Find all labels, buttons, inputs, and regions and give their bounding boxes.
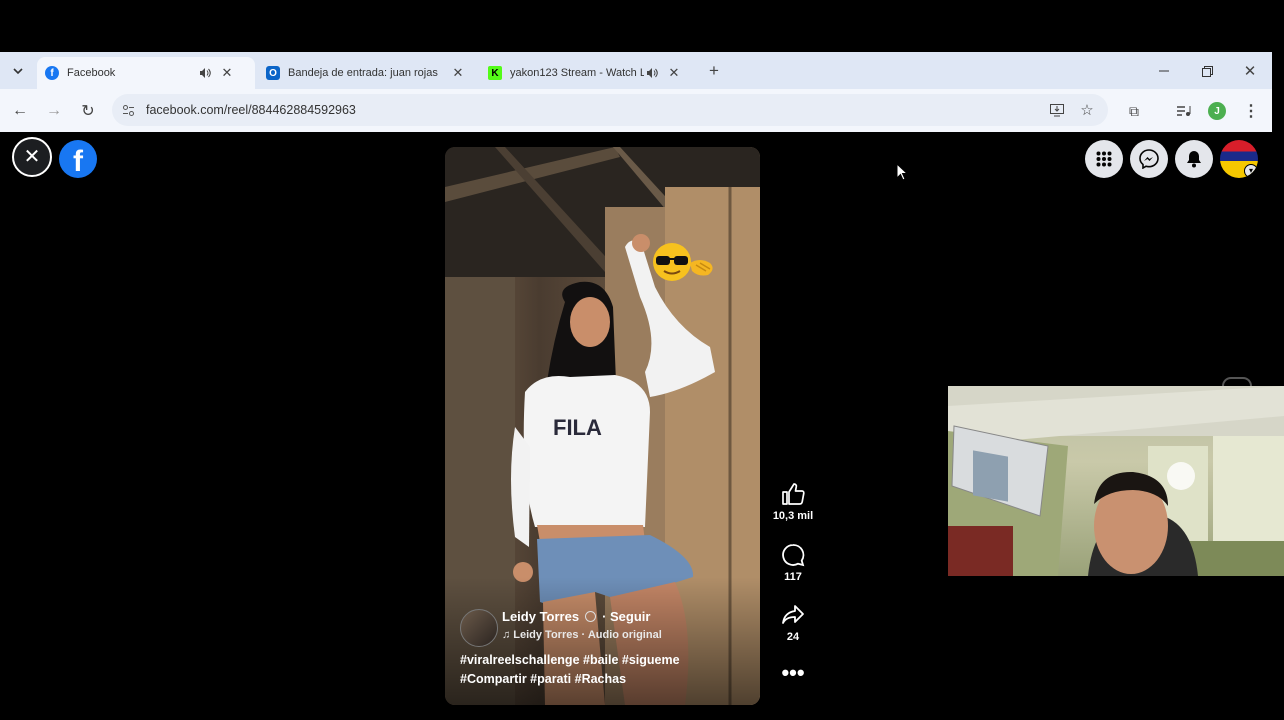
author-name[interactable]: Leidy Torres	[502, 609, 579, 624]
caption-line-2[interactable]: #Compartir #parati #Rachas	[460, 672, 626, 686]
back-icon[interactable]: ←	[10, 101, 30, 121]
speaker-icon[interactable]	[644, 67, 660, 79]
address-bar[interactable]: facebook.com/reel/884462884592963 ☆	[112, 94, 1108, 126]
bookmark-star-icon[interactable]: ☆	[1078, 101, 1096, 119]
share-button[interactable]: 24	[770, 603, 816, 643]
close-tab-icon[interactable]: ✕	[666, 65, 682, 81]
sunglasses-emoji-sticker	[648, 241, 718, 283]
tab-search-icon[interactable]	[9, 63, 27, 79]
like-count: 10,3 mil	[772, 510, 814, 522]
share-count: 24	[786, 631, 800, 643]
comment-count: 117	[784, 571, 802, 583]
url-text: facebook.com/reel/884462884592963	[146, 103, 356, 117]
grid-icon	[1096, 151, 1112, 167]
globe-icon	[585, 611, 597, 622]
facebook-favicon-icon: f	[45, 66, 59, 80]
browser-toolbar: ← → ↻ facebook.com/reel/884462884592963 …	[0, 89, 1272, 132]
facebook-f-icon: f	[73, 145, 83, 178]
svg-text:FILA: FILA	[553, 415, 602, 440]
kick-favicon-icon: K	[488, 66, 502, 80]
install-app-icon[interactable]	[1048, 102, 1066, 118]
bell-icon	[1187, 151, 1201, 168]
comment-icon	[782, 544, 805, 567]
webcam-overlay	[948, 386, 1284, 576]
reload-icon[interactable]: ↻	[78, 101, 98, 121]
webcam-feed-illustration	[948, 386, 1284, 576]
more-dots-icon: •••	[781, 660, 805, 685]
restore-icon[interactable]	[1197, 61, 1217, 81]
thumbs-up-icon	[782, 483, 805, 505]
webcam-resize-handle[interactable]	[1222, 377, 1252, 386]
tab-label: Facebook	[67, 67, 116, 79]
extensions-icon[interactable]: ⧉	[1124, 101, 1144, 121]
profile-avatar[interactable]: J	[1208, 102, 1226, 120]
caption-line-1[interactable]: #viralreelschallenge #baile #sigueme	[460, 653, 680, 667]
like-button[interactable]: 10,3 mil	[770, 482, 816, 522]
close-window-icon[interactable]: ✕	[1240, 61, 1260, 81]
author-avatar[interactable]	[460, 609, 498, 647]
tab-kick-stream[interactable]: K yakon123 Stream - Watch L ✕	[480, 57, 696, 89]
more-menu-icon[interactable]: ⋮	[1241, 101, 1261, 121]
browser-window-chrome: f Facebook ✕ O Bandeja de entrada: juan …	[0, 52, 1272, 132]
tab-strip: f Facebook ✕ O Bandeja de entrada: juan …	[0, 52, 1272, 89]
facebook-logo[interactable]: f	[59, 140, 97, 178]
messenger-icon	[1139, 149, 1159, 169]
more-options-button[interactable]: •••	[770, 662, 816, 684]
site-settings-icon[interactable]	[120, 102, 136, 118]
account-avatar[interactable]: ▾	[1220, 140, 1258, 178]
share-icon	[782, 605, 804, 624]
reel-video[interactable]: FILA Leidy Torres · Seguir ♫ Leidy Torre…	[445, 147, 760, 705]
comment-button[interactable]: 117	[770, 543, 816, 583]
notifications-button[interactable]	[1175, 140, 1213, 178]
close-icon: ✕	[23, 146, 41, 168]
new-tab-icon[interactable]: +	[705, 61, 723, 80]
minimize-icon[interactable]	[1154, 61, 1174, 81]
close-tab-icon[interactable]: ✕	[450, 65, 466, 81]
follow-link[interactable]: · Seguir	[602, 609, 650, 624]
tab-facebook[interactable]: f Facebook ✕	[37, 57, 255, 89]
messenger-button[interactable]	[1130, 140, 1168, 178]
tab-label: Bandeja de entrada: juan rojas	[288, 67, 438, 79]
audio-credit[interactable]: Leidy Torres · Audio original	[513, 629, 662, 641]
music-note-icon: ♫	[502, 629, 511, 641]
mouse-cursor-icon	[896, 163, 908, 181]
forward-icon[interactable]: →	[44, 101, 64, 121]
top-letterbox	[0, 0, 1284, 52]
outlook-favicon-icon: O	[266, 66, 280, 80]
tab-outlook[interactable]: O Bandeja de entrada: juan rojas ✕	[258, 57, 473, 89]
close-tab-icon[interactable]: ✕	[219, 65, 235, 81]
media-controls-icon[interactable]	[1174, 101, 1194, 121]
close-reel-button[interactable]: ✕	[12, 137, 52, 177]
avatar-chevron-icon: ▾	[1244, 164, 1258, 178]
tab-label: yakon123 Stream - Watch L	[510, 67, 644, 79]
speaker-icon[interactable]	[197, 67, 213, 79]
menu-grid-button[interactable]	[1085, 140, 1123, 178]
